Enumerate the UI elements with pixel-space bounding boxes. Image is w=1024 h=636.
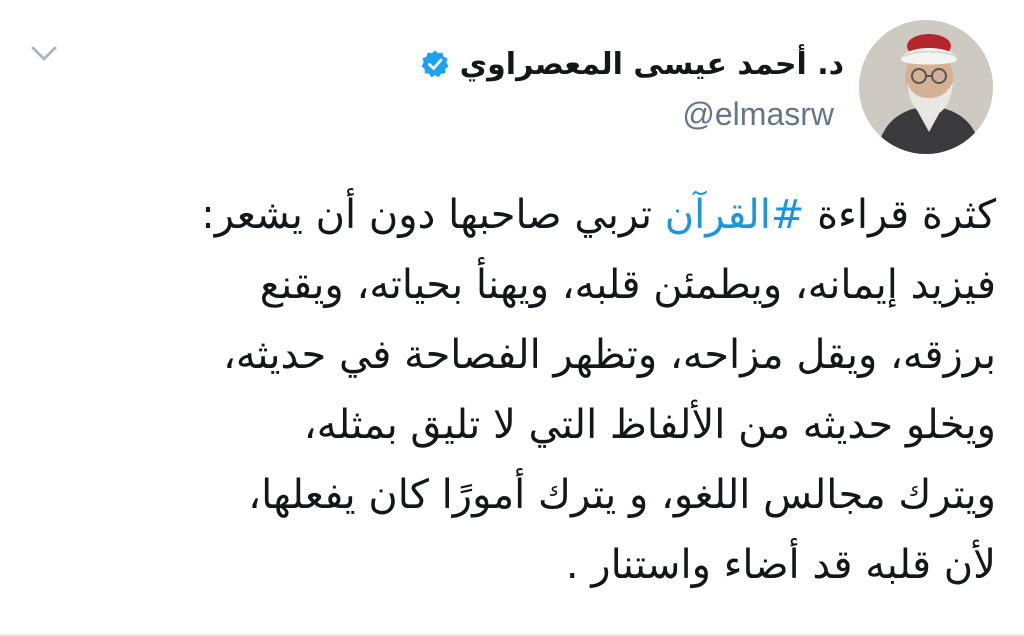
tweet-text: كثرة قراءة #القرآن تربي صاحبها دون أن يش… (20, 180, 996, 600)
chevron-down-icon[interactable] (30, 42, 58, 64)
tweet-text-segment: كثرة قراءة (804, 192, 996, 238)
tweet-text-line-4: ويخلو حديثه من الألفاظ التي لا تليق بمثل… (303, 402, 996, 448)
hashtag-link[interactable]: #القرآن (665, 192, 805, 238)
tweet-text-line-2: فيزيد إيمانه، ويطمئن قلبه، ويهنأ بحياته،… (259, 262, 996, 308)
tweet-text-line-5: ويترك مجالس اللغو، و يترك أمورًا كان يفع… (248, 472, 996, 518)
tweet-text-line-3: برزقه، ويقل مزاحه، وتظهر الفصاحة في حديث… (222, 332, 996, 378)
tweet-text-line-6: لأن قلبه قد أضاء واستنار . (565, 542, 996, 588)
avatar[interactable] (859, 20, 993, 154)
author-name-row[interactable]: د. أحمد عيسى المعصراوي (420, 40, 844, 88)
display-name[interactable]: د. أحمد عيسى المعصراوي (460, 47, 844, 82)
verified-badge-icon (420, 49, 450, 79)
tweet-card: د. أحمد عيسى المعصراوي @elmasrw كثرة قرا… (0, 0, 1024, 636)
tweet-text-segment: تربي صاحبها دون أن يشعر: (201, 192, 665, 238)
user-handle[interactable]: @elmasrw (682, 96, 834, 133)
tweet-text-line-1: كثرة قراءة #القرآن تربي صاحبها دون أن يش… (20, 180, 996, 250)
